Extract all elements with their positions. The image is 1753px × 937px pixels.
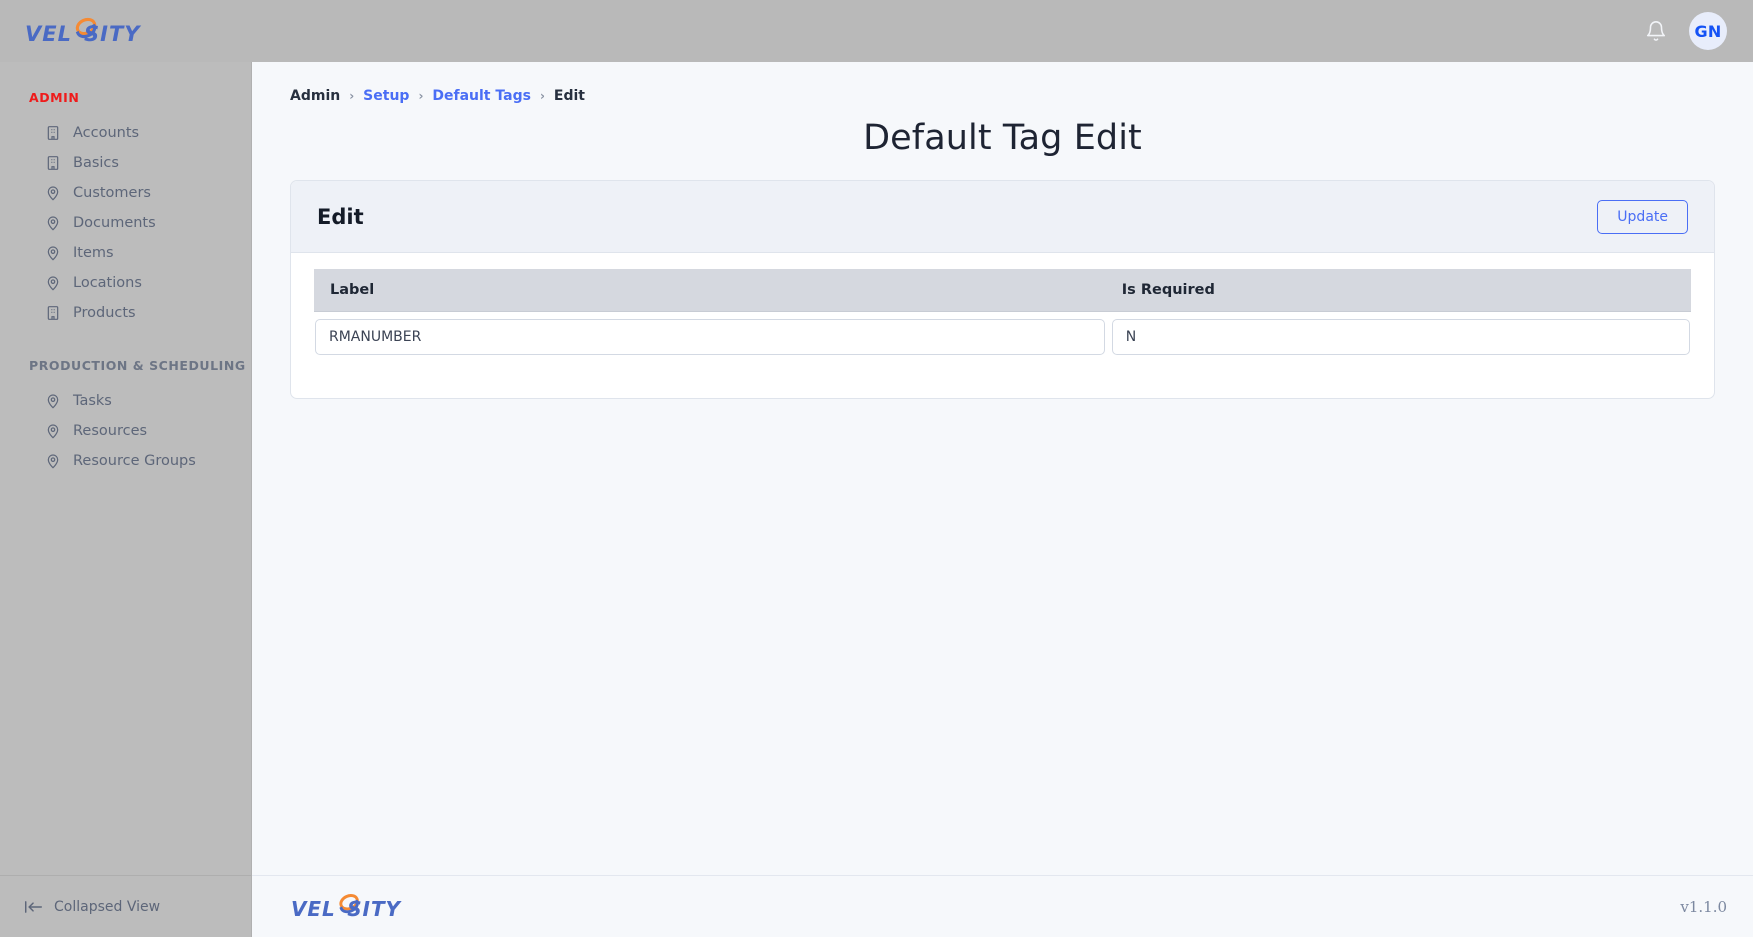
top-bar: VEL SITY GN	[0, 0, 1753, 62]
sidebar-item-label: Accounts	[73, 125, 140, 141]
breadcrumb-item-setup[interactable]: Setup	[363, 88, 409, 104]
table-header-row: Label Is Required	[314, 269, 1691, 312]
app-logo[interactable]: VEL SITY	[24, 16, 152, 46]
table-row	[314, 312, 1691, 363]
collapse-left-icon	[24, 900, 43, 913]
edit-card: Edit Update Label Is Required	[290, 180, 1715, 399]
sidebar-item-resource-groups[interactable]: Resource Groups	[0, 446, 251, 476]
breadcrumb-separator-icon: ›	[539, 89, 545, 103]
sidebar-item-customers[interactable]: Customers	[0, 178, 251, 208]
map-pin-icon	[47, 424, 59, 439]
sidebar-item-label: Resource Groups	[73, 453, 196, 469]
body-row: ADMIN Accounts Basics Customers Document…	[0, 62, 1753, 937]
breadcrumb-item-admin: Admin	[290, 88, 341, 104]
building-icon	[47, 156, 59, 170]
sidebar-item-products[interactable]: Products	[0, 298, 251, 328]
map-pin-icon	[47, 276, 59, 291]
sidebar-item-label: Products	[73, 305, 136, 321]
svg-text:VEL: VEL	[25, 22, 72, 46]
table-header: Label Is Required	[314, 269, 1691, 312]
user-avatar[interactable]: GN	[1689, 12, 1727, 50]
card-header: Edit Update	[291, 181, 1714, 253]
map-pin-icon	[47, 216, 59, 231]
sidebar-item-label: Locations	[73, 275, 142, 291]
map-pin-icon	[47, 394, 59, 409]
map-pin-icon	[47, 454, 59, 469]
app-version: v1.1.0	[1680, 897, 1727, 916]
velosity-logo-icon: VEL SITY	[291, 894, 402, 921]
page-footer: VEL SITY v1.1.0	[252, 875, 1753, 937]
column-header-is-required: Is Required	[1105, 269, 1691, 312]
card-title: Edit	[317, 204, 364, 229]
sidebar-item-accounts[interactable]: Accounts	[0, 118, 251, 148]
sidebar-item-locations[interactable]: Locations	[0, 268, 251, 298]
app-root: VEL SITY GN ADMIN Accounts Basics Custom…	[0, 0, 1753, 937]
sidebar-item-documents[interactable]: Documents	[0, 208, 251, 238]
map-pin-icon	[47, 246, 59, 261]
column-header-label: Label	[314, 269, 1106, 312]
sidebar-item-tasks[interactable]: Tasks	[0, 386, 251, 416]
sidebar-nav: ADMIN Accounts Basics Customers Document…	[0, 90, 251, 875]
breadcrumb-separator-icon: ›	[418, 89, 424, 103]
avatar-initials: GN	[1694, 21, 1722, 41]
sidebar-section-title-admin: ADMIN	[29, 90, 80, 105]
page-title: Default Tag Edit	[863, 118, 1142, 158]
card-body: Label Is Required	[291, 253, 1714, 398]
main-column: Admin › Setup › Default Tags › Edit Defa…	[252, 62, 1753, 937]
svg-text:VEL: VEL	[291, 897, 336, 921]
label-input[interactable]	[315, 319, 1105, 355]
notifications-button[interactable]	[1645, 19, 1667, 43]
sidebar-item-label: Items	[73, 245, 114, 261]
breadcrumb-item-edit: Edit	[553, 88, 585, 104]
sidebar-item-label: Customers	[73, 185, 151, 201]
sidebar-item-label: Resources	[73, 423, 148, 439]
cell-label	[314, 312, 1106, 363]
sidebar-item-resources[interactable]: Resources	[0, 416, 251, 446]
building-icon	[47, 126, 59, 140]
sidebar-section-title-production: PRODUCTION & SCHEDULING	[29, 358, 246, 373]
sidebar-item-label: Documents	[73, 215, 156, 231]
cell-is-required	[1106, 312, 1691, 363]
building-icon	[47, 306, 59, 320]
default-tag-table: Label Is Required	[314, 269, 1691, 362]
table-body	[314, 312, 1691, 363]
sidebar: ADMIN Accounts Basics Customers Document…	[0, 62, 252, 937]
sidebar-item-items[interactable]: Items	[0, 238, 251, 268]
breadcrumb-separator-icon: ›	[349, 89, 355, 103]
bell-icon	[1646, 21, 1666, 41]
footer-logo: VEL SITY	[290, 892, 412, 921]
velosity-logo-icon: VEL SITY	[25, 17, 140, 46]
main-content: Admin › Setup › Default Tags › Edit Defa…	[252, 62, 1753, 875]
collapse-view-button[interactable]: Collapsed View	[0, 875, 251, 937]
topbar-actions: GN	[1645, 12, 1727, 50]
breadcrumb-item-default-tags[interactable]: Default Tags	[432, 88, 531, 104]
sidebar-item-label: Basics	[73, 155, 119, 171]
update-button[interactable]: Update	[1597, 199, 1688, 234]
sidebar-item-label: Tasks	[73, 393, 112, 409]
is-required-input[interactable]	[1111, 319, 1690, 355]
collapse-view-label: Collapsed View	[54, 898, 161, 915]
sidebar-item-basics[interactable]: Basics	[0, 148, 251, 178]
breadcrumb: Admin › Setup › Default Tags › Edit	[290, 88, 1715, 104]
map-pin-icon	[47, 186, 59, 201]
